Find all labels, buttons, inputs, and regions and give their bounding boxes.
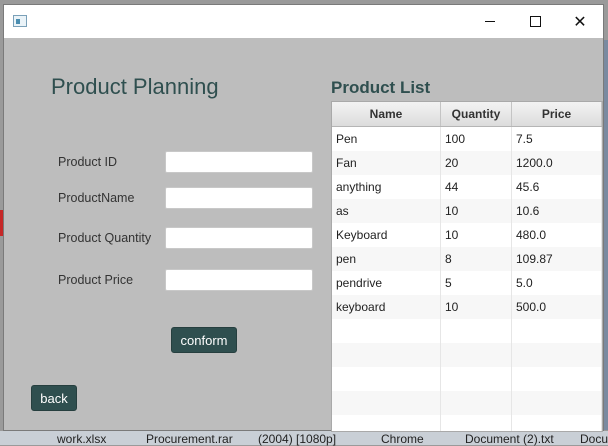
- product-price-input[interactable]: [165, 269, 313, 291]
- product-quantity-input[interactable]: [165, 227, 313, 249]
- desktop-file-label[interactable]: Procurement.rar: [146, 432, 233, 446]
- table-row[interactable]: pendrive 5 5.0: [332, 271, 602, 295]
- cell-name: [332, 367, 441, 391]
- product-id-input[interactable]: [165, 151, 313, 173]
- desktop-file-label[interactable]: Chrome: [381, 432, 424, 446]
- cell-name: Fan: [332, 151, 441, 175]
- column-header-price[interactable]: Price: [512, 102, 602, 126]
- title-bar[interactable]: ✕: [4, 5, 603, 38]
- cell-quantity: [441, 367, 512, 391]
- column-header-name[interactable]: Name: [332, 102, 441, 126]
- cell-name: [332, 343, 441, 367]
- close-button[interactable]: ✕: [557, 5, 603, 38]
- empty-table-row[interactable]: [332, 415, 602, 431]
- cell-quantity: 44: [441, 175, 512, 199]
- empty-table-row[interactable]: [332, 367, 602, 391]
- cell-quantity: [441, 319, 512, 343]
- cell-quantity: 10: [441, 295, 512, 319]
- cell-quantity: 10: [441, 199, 512, 223]
- table-body: Pen 100 7.5 Fan 20 1200.0 anything 44 45.6 as 10 10…: [332, 127, 602, 431]
- cell-quantity: [441, 415, 512, 431]
- maximize-button[interactable]: [512, 5, 558, 38]
- table-row[interactable]: Keyboard 10 480.0: [332, 223, 602, 247]
- minimize-button[interactable]: [467, 5, 513, 38]
- cell-price: 500.0: [512, 295, 602, 319]
- minimize-icon: [485, 21, 495, 22]
- cell-quantity: 8: [441, 247, 512, 271]
- table-row[interactable]: anything 44 45.6: [332, 175, 602, 199]
- desktop-background-fragment: [604, 40, 608, 430]
- product-name-input[interactable]: [165, 187, 313, 209]
- desktop-file-label[interactable]: work.xlsx: [57, 432, 106, 446]
- table-row[interactable]: as 10 10.6: [332, 199, 602, 223]
- cell-name: [332, 319, 441, 343]
- close-icon: ✕: [573, 13, 587, 31]
- product-table[interactable]: Name Quantity Price Pen 100 7.5 Fan 20 1200.0…: [331, 101, 603, 432]
- cell-price: [512, 415, 602, 431]
- cell-name: anything: [332, 175, 441, 199]
- page-title: Product Planning: [51, 74, 219, 99]
- table-row[interactable]: keyboard 10 500.0: [332, 295, 602, 319]
- cell-price: [512, 319, 602, 343]
- cell-price: 45.6: [512, 175, 602, 199]
- table-row[interactable]: Pen 100 7.5: [332, 127, 602, 151]
- desktop-file-label[interactable]: Docu: [580, 432, 608, 446]
- empty-table-row[interactable]: [332, 391, 602, 415]
- cell-quantity: [441, 343, 512, 367]
- cell-quantity: 20: [441, 151, 512, 175]
- product-list-title: Product List: [331, 78, 431, 97]
- cell-price: 10.6: [512, 199, 602, 223]
- table-row[interactable]: Fan 20 1200.0: [332, 151, 602, 175]
- product-quantity-label: Product Quantity: [58, 231, 152, 245]
- cell-name: Pen: [332, 127, 441, 151]
- product-id-label: Product ID: [58, 155, 118, 169]
- empty-table-row[interactable]: [332, 319, 602, 343]
- cell-price: 5.0: [512, 271, 602, 295]
- cell-name: keyboard: [332, 295, 441, 319]
- app-window: ✕ Product Planning Product ID ProductNam…: [3, 4, 604, 432]
- cell-price: [512, 391, 602, 415]
- cell-name: as: [332, 199, 441, 223]
- cell-price: [512, 367, 602, 391]
- desktop-file-label[interactable]: Document (2).txt: [465, 432, 554, 446]
- conform-button[interactable]: conform: [171, 327, 237, 353]
- product-price-label: Product Price: [58, 273, 134, 287]
- table-header: Name Quantity Price: [332, 102, 602, 127]
- cell-name: [332, 391, 441, 415]
- cell-price: 480.0: [512, 223, 602, 247]
- cell-price: [512, 343, 602, 367]
- table-row[interactable]: pen 8 109.87: [332, 247, 602, 271]
- cell-quantity: 10: [441, 223, 512, 247]
- cell-price: 109.87: [512, 247, 602, 271]
- cell-price: 1200.0: [512, 151, 602, 175]
- cell-name: [332, 415, 441, 431]
- app-icon: [13, 15, 27, 27]
- cell-quantity: [441, 391, 512, 415]
- cell-name: pen: [332, 247, 441, 271]
- cell-name: Keyboard: [332, 223, 441, 247]
- column-header-quantity[interactable]: Quantity: [441, 102, 512, 126]
- product-name-label: ProductName: [58, 191, 135, 205]
- back-button[interactable]: back: [31, 385, 77, 411]
- cell-price: 7.5: [512, 127, 602, 151]
- cell-quantity: 5: [441, 271, 512, 295]
- empty-table-row[interactable]: [332, 343, 602, 367]
- maximize-icon: [529, 16, 541, 27]
- desktop-file-strip: work.xlsx Procurement.rar (2004) [1080p]…: [0, 431, 608, 446]
- desktop-file-label[interactable]: (2004) [1080p]: [258, 432, 336, 446]
- cell-quantity: 100: [441, 127, 512, 151]
- cell-name: pendrive: [332, 271, 441, 295]
